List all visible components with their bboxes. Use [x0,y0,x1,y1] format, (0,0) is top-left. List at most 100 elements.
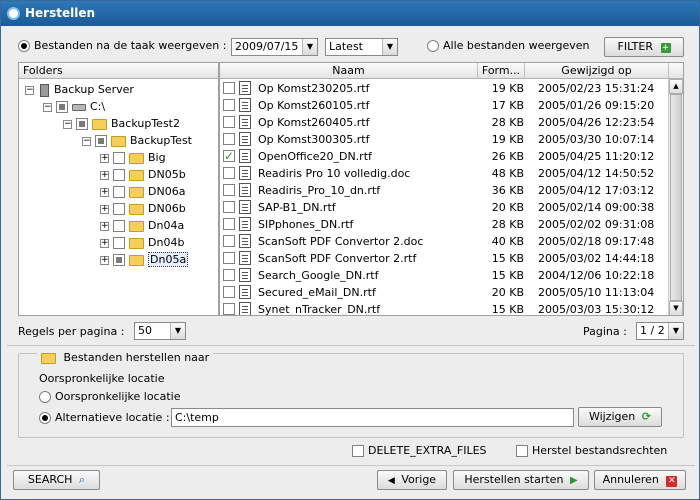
tree-checkbox[interactable] [113,237,125,249]
file-name: Op Komst300305.rtf [258,133,370,146]
file-checkbox[interactable] [223,82,235,94]
scroll-up-icon[interactable]: ▲ [669,79,683,94]
version-combo[interactable]: Latest ▼ [325,38,398,56]
file-checkbox[interactable] [223,218,235,230]
start-restore-button[interactable]: Herstellen starten ▶ [453,470,589,490]
tree-checkbox[interactable] [113,186,125,198]
tree-checkbox[interactable] [113,152,125,164]
column-modified[interactable]: Gewijzigd op [525,63,669,79]
previous-button[interactable]: ◀ Vorige [377,470,447,490]
chevron-down-icon[interactable]: ▼ [170,323,185,339]
scroll-down-icon[interactable]: ▼ [669,301,683,315]
chevron-down-icon[interactable]: ▼ [302,39,317,55]
tree-checkbox[interactable] [95,135,107,147]
radio-show-after-task[interactable] [18,40,30,52]
expand-icon[interactable]: + [100,255,109,265]
collapse-icon[interactable]: − [82,136,91,146]
file-row[interactable]: ScanSoft PDF Convertor 2.doc 40 KB 2005/02… [220,233,669,250]
tree-node-dn05a[interactable]: + Dn05a [100,251,189,268]
tree-checkbox[interactable] [113,203,125,215]
document-icon [239,81,251,95]
expand-icon[interactable]: + [100,238,109,248]
file-checkbox[interactable] [223,269,235,281]
tree-node-backuptest2[interactable]: − BackupTest2 [63,115,180,132]
date-combo[interactable]: 2009/07/15 ▼ [231,38,318,56]
expand-icon[interactable]: + [100,153,109,163]
filter-button[interactable]: FILTER + [604,37,684,57]
alternative-path-input[interactable]: C:\temp [171,408,574,427]
file-modified-date: 2005/04/12 14:50:52 [538,167,655,180]
file-checkbox[interactable] [223,99,235,111]
file-modified-date: 2005/05/10 11:13:04 [538,286,655,299]
file-checkbox[interactable] [223,133,235,145]
tree-node-backup-server[interactable]: − Backup Server [25,81,134,98]
tree-checkbox[interactable] [113,254,125,266]
file-row[interactable]: Op Komst260405.rtf 28 KB 2005/04/26 12:23:… [220,114,669,131]
expand-icon[interactable]: + [100,170,109,180]
file-name: ScanSoft PDF Convertor 2.doc [258,235,424,248]
tree-checkbox[interactable] [56,101,68,113]
radio-alternative-location-label: Alternatieve locatie : [55,411,170,424]
change-location-button[interactable]: Wijzigen ⟳ [578,407,662,427]
tree-node-dn04b[interactable]: + Dn04b [100,234,184,251]
file-row[interactable]: Op Komst300305.rtf 19 KB 2005/03/30 10:07:… [220,131,669,148]
file-checkbox[interactable] [223,235,235,247]
column-name[interactable]: Naam [220,63,478,79]
file-row[interactable]: OpenOffice20_DN.rtf 26 KB 2005/04/25 11:20… [220,148,669,165]
file-checkbox[interactable] [223,286,235,298]
file-checkbox[interactable] [223,184,235,196]
expand-icon[interactable]: + [100,187,109,197]
file-checkbox[interactable] [223,167,235,179]
file-checkbox[interactable] [223,148,235,165]
file-checkbox[interactable] [223,252,235,264]
cancel-button[interactable]: Annuleren ✕ [594,470,686,490]
restore-rights-checkbox[interactable] [516,445,528,457]
file-row[interactable]: Search_Google_DN.rtf 15 KB 2004/12/06 10:2… [220,267,669,284]
file-row[interactable]: SIPphones_DN.rtf 28 KB 2005/02/02 09:31:08 [220,216,669,233]
tree-node-c-drive[interactable]: − C:\ [43,98,105,115]
file-row[interactable]: Readiris Pro 10 volledig.doc 48 KB 2005/04… [220,165,669,182]
file-row[interactable]: Secured_eMail_DN.rtf 20 KB 2005/05/10 11:1… [220,284,669,301]
tree-node-dn06a[interactable]: + DN06a [100,183,185,200]
file-name: Op Komst260405.rtf [258,116,370,129]
expand-icon[interactable]: + [100,204,109,214]
delete-extra-files-checkbox[interactable] [352,445,364,457]
chevron-down-icon[interactable]: ▼ [382,39,397,55]
file-row[interactable]: Op Komst230205.rtf 19 KB 2005/02/23 15:31:… [220,80,669,97]
file-checkbox[interactable] [223,201,235,213]
collapse-icon[interactable]: − [63,119,72,129]
tree-node-dn06b[interactable]: + DN06b [100,200,186,217]
tree-checkbox[interactable] [113,220,125,232]
page-combo[interactable]: 1 / 2 ▼ [636,322,684,340]
vertical-scrollbar[interactable]: ▲ ▼ [668,79,683,315]
tree-node-backuptest[interactable]: − BackupTest [82,132,192,149]
tree-node-dn04a[interactable]: + Dn04a [100,217,184,234]
chevron-down-icon[interactable]: ▼ [668,323,683,339]
collapse-icon[interactable]: − [25,85,34,95]
file-row[interactable]: Readiris_Pro_10_dn.rtf 36 KB 2005/04/12 17… [220,182,669,199]
file-row[interactable]: Op Komst260105.rtf 17 KB 2005/01/26 09:15:… [220,97,669,114]
tree-node-big[interactable]: + Big [100,149,166,166]
file-list[interactable]: Naam Form... Gewijzigd op Op Komst230205… [219,62,684,316]
collapse-icon[interactable]: − [43,102,52,112]
radio-original-location[interactable] [39,391,51,403]
column-format[interactable]: Form... [478,63,525,79]
drive-icon [72,103,86,111]
file-name: Op Komst230205.rtf [258,82,370,95]
file-row[interactable]: SAP-B1_DN.rtf 20 KB 2005/02/14 09:00:38 [220,199,669,216]
file-size: 15 KB [491,252,524,265]
file-row[interactable]: Synet_nTracker_DN.rtf 15 KB 2005/03/03 15:… [220,301,669,315]
tree-checkbox[interactable] [113,169,125,181]
file-checkbox[interactable] [223,116,235,128]
file-checkbox[interactable] [223,303,235,315]
folder-tree[interactable]: Folders − Backup Server − C:\ − BackupTest2… [18,62,219,316]
search-button[interactable]: SEARCH ⌕ [13,470,100,490]
rows-per-page-combo[interactable]: 50 ▼ [134,322,186,340]
tree-node-dn05b[interactable]: + DN05b [100,166,186,183]
scroll-thumb[interactable] [670,94,682,301]
radio-show-all[interactable] [427,40,439,52]
tree-checkbox[interactable] [76,118,88,130]
expand-icon[interactable]: + [100,221,109,231]
radio-alternative-location[interactable] [39,412,51,424]
file-row[interactable]: ScanSoft PDF Convertor 2.rtf 15 KB 2005/03… [220,250,669,267]
